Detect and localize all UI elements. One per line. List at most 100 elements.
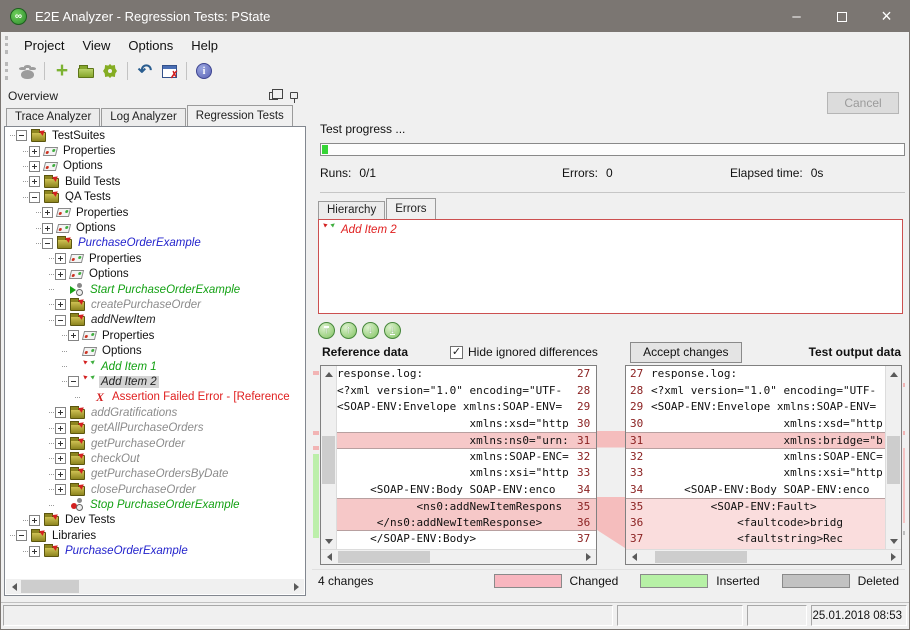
diff-marker[interactable] bbox=[903, 431, 905, 435]
tree-expander[interactable] bbox=[55, 453, 66, 464]
accept-changes-button[interactable]: Accept changes bbox=[630, 342, 742, 363]
open-folder-icon[interactable] bbox=[75, 61, 97, 81]
left-pane-vscrollbar[interactable] bbox=[321, 366, 337, 549]
right-pane-vscrollbar[interactable] bbox=[885, 366, 901, 549]
tree-expander[interactable] bbox=[55, 299, 66, 310]
tree-expander[interactable] bbox=[55, 315, 66, 326]
tree-expander[interactable] bbox=[29, 176, 40, 187]
tree-expander[interactable] bbox=[55, 269, 66, 280]
minimize-button[interactable]: – bbox=[774, 1, 819, 32]
right-pane-hscrollbar[interactable] bbox=[626, 549, 901, 564]
tab-trace-analyzer[interactable]: Trace Analyzer bbox=[6, 108, 100, 126]
tree-expander[interactable] bbox=[29, 146, 40, 157]
scroll-left-icon[interactable] bbox=[6, 579, 21, 594]
tree-item[interactable]: Libraries bbox=[6, 528, 304, 543]
scroll-right-icon[interactable] bbox=[289, 579, 304, 594]
scroll-left-icon[interactable] bbox=[321, 550, 336, 565]
diff-marker[interactable] bbox=[903, 448, 905, 523]
tree-item[interactable]: closePurchaseOrder bbox=[6, 482, 304, 497]
settings-gear-icon[interactable] bbox=[99, 61, 121, 81]
tree-expander[interactable] bbox=[55, 438, 66, 449]
tree-item[interactable]: getPurchaseOrder bbox=[6, 436, 304, 451]
tree-expander[interactable] bbox=[42, 207, 53, 218]
test-output-code[interactable]: 27response.log:28<?xml version="1.0" enc… bbox=[626, 366, 885, 549]
tree-expander[interactable] bbox=[29, 546, 40, 557]
tree-item[interactable]: createPurchaseOrder bbox=[6, 297, 304, 312]
previous-difference-icon[interactable]: ↑ bbox=[340, 322, 357, 339]
tree-item[interactable]: getPurchaseOrdersByDate bbox=[6, 467, 304, 482]
tab-hierarchy[interactable]: Hierarchy bbox=[318, 201, 385, 219]
scroll-left-icon[interactable] bbox=[626, 550, 641, 565]
diff-marker[interactable] bbox=[903, 531, 905, 535]
tree-item[interactable]: Properties bbox=[6, 328, 304, 343]
float-panel-icon[interactable] bbox=[269, 92, 278, 100]
scroll-up-icon[interactable] bbox=[321, 366, 336, 381]
tab-log-analyzer[interactable]: Log Analyzer bbox=[101, 108, 186, 126]
tree-item[interactable]: checkOut bbox=[6, 451, 304, 466]
diff-marker[interactable] bbox=[313, 446, 319, 450]
tree-item[interactable]: Properties bbox=[6, 143, 304, 158]
tree-item[interactable]: Options bbox=[6, 159, 304, 174]
maximize-button[interactable] bbox=[819, 1, 864, 32]
diff-marker[interactable] bbox=[313, 431, 319, 435]
tree-item[interactable]: Build Tests bbox=[6, 174, 304, 189]
pin-panel-icon[interactable] bbox=[290, 92, 298, 99]
left-overview-ruler[interactable] bbox=[312, 365, 320, 565]
reference-code[interactable]: response.log:27<?xml version="1.0" encod… bbox=[337, 366, 596, 549]
tree-expander[interactable] bbox=[55, 469, 66, 480]
tree-item[interactable]: TestSuites bbox=[6, 128, 304, 143]
next-difference-icon[interactable]: ↓ bbox=[362, 322, 379, 339]
tree-item[interactable]: getAllPurchaseOrders bbox=[6, 420, 304, 435]
tree-expander[interactable] bbox=[68, 376, 79, 387]
scroll-right-icon[interactable] bbox=[581, 550, 596, 565]
tree-expander[interactable] bbox=[55, 423, 66, 434]
close-button[interactable]: × bbox=[864, 1, 909, 32]
tree-item[interactable]: Properties bbox=[6, 205, 304, 220]
toolbar-grip[interactable] bbox=[5, 62, 10, 80]
menu-view[interactable]: View bbox=[73, 34, 119, 57]
tree-expander[interactable] bbox=[55, 407, 66, 418]
tree-expander[interactable] bbox=[42, 238, 53, 249]
tree-expander[interactable] bbox=[29, 192, 40, 203]
add-icon[interactable]: + bbox=[51, 61, 73, 81]
first-difference-icon[interactable]: ↑ bbox=[318, 322, 335, 339]
scroll-down-icon[interactable] bbox=[886, 534, 901, 549]
report-window-icon[interactable] bbox=[158, 61, 180, 81]
error-list-item[interactable]: Add Item 2 bbox=[322, 222, 899, 238]
tree-expander[interactable] bbox=[68, 330, 79, 341]
menubar-grip[interactable] bbox=[5, 36, 10, 54]
tree-expander[interactable] bbox=[16, 130, 27, 141]
tree-item[interactable]: Options bbox=[6, 267, 304, 282]
tree-item[interactable]: Properties bbox=[6, 251, 304, 266]
tree-horizontal-scrollbar[interactable] bbox=[6, 579, 304, 594]
undo-icon[interactable]: ↶ bbox=[134, 61, 156, 81]
diff-marker[interactable] bbox=[903, 383, 905, 387]
scroll-up-icon[interactable] bbox=[886, 366, 901, 381]
tree-item[interactable]: Dev Tests bbox=[6, 513, 304, 528]
tree-expander[interactable] bbox=[29, 161, 40, 172]
info-icon[interactable]: i bbox=[193, 61, 215, 81]
last-difference-icon[interactable]: ↓ bbox=[384, 322, 401, 339]
tree-item[interactable]: Start PurchaseOrderExample bbox=[6, 282, 304, 297]
scroll-down-icon[interactable] bbox=[321, 534, 336, 549]
tree-item[interactable]: addNewItem bbox=[6, 313, 304, 328]
tree-item[interactable]: PurchaseOrderExample bbox=[6, 236, 304, 251]
hide-ignored-checkbox[interactable]: ✓ Hide ignored differences bbox=[450, 345, 598, 359]
tree-item[interactable]: Options bbox=[6, 220, 304, 235]
tree-expander[interactable] bbox=[55, 253, 66, 264]
tree-item[interactable]: Options bbox=[6, 343, 304, 358]
tree-item[interactable]: Add Item 2 bbox=[6, 374, 304, 389]
tab-errors[interactable]: Errors bbox=[386, 198, 435, 219]
tree-expander[interactable] bbox=[42, 223, 53, 234]
menu-options[interactable]: Options bbox=[119, 34, 182, 57]
tree-expander[interactable] bbox=[16, 530, 27, 541]
menu-project[interactable]: Project bbox=[15, 34, 73, 57]
right-overview-ruler[interactable] bbox=[902, 365, 905, 565]
diff-marker[interactable] bbox=[313, 454, 319, 538]
run-icon[interactable] bbox=[16, 61, 38, 81]
tree-item[interactable]: XAssertion Failed Error - [Reference bbox=[6, 390, 304, 405]
tree-item[interactable]: QA Tests bbox=[6, 190, 304, 205]
tree-item[interactable]: addGratifications bbox=[6, 405, 304, 420]
menu-help[interactable]: Help bbox=[182, 34, 227, 57]
cancel-button[interactable]: Cancel bbox=[827, 92, 899, 114]
